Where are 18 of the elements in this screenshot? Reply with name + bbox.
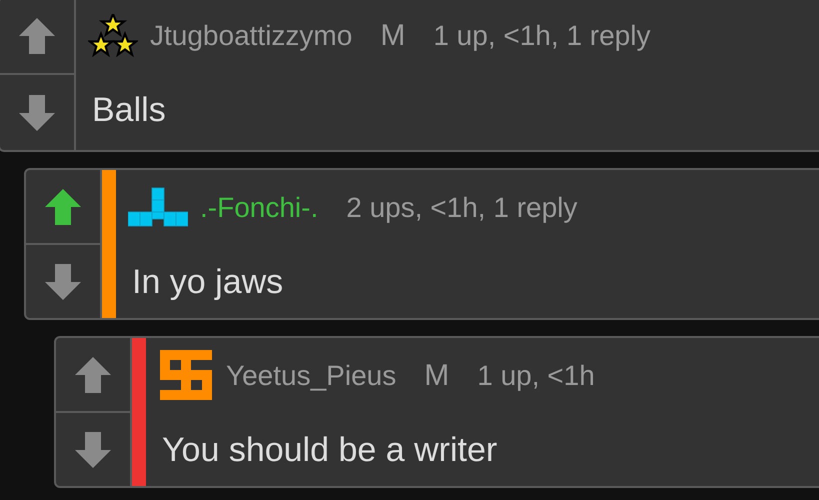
username-link[interactable]: Jtugboattizzymo bbox=[150, 20, 352, 52]
up-arrow-icon bbox=[43, 186, 83, 226]
mod-label: M bbox=[380, 19, 406, 53]
down-arrow-icon bbox=[17, 92, 57, 132]
comment-text: You should be a writer bbox=[162, 430, 498, 470]
up-arrow-icon bbox=[73, 354, 113, 394]
down-arrow-icon bbox=[43, 262, 83, 302]
comment-text: Balls bbox=[92, 90, 167, 130]
username-link[interactable]: .-Fonchi-. bbox=[200, 192, 318, 224]
up-arrow-icon bbox=[17, 16, 57, 56]
comment-meta: 2 ups, <1h, 1 reply bbox=[346, 192, 578, 224]
comment-text: In yo jaws bbox=[132, 262, 284, 302]
stars-icon bbox=[88, 14, 138, 58]
down-arrow-icon bbox=[73, 430, 113, 470]
comment-meta: 1 up, <1h, 1 reply bbox=[433, 20, 650, 52]
mod-label: M bbox=[424, 359, 450, 393]
username-link[interactable]: Yeetus_Pieus bbox=[226, 360, 396, 392]
comment-meta: 1 up, <1h bbox=[477, 360, 595, 392]
